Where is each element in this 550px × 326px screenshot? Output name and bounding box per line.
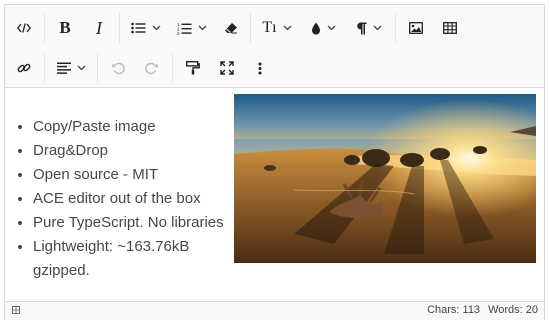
ordered-list-button[interactable]: 123 [169, 11, 215, 45]
align-button[interactable] [48, 51, 94, 85]
chevron-down-icon [283, 25, 292, 31]
image-icon [409, 22, 423, 34]
status-bar: Chars: 113 Words: 20 [5, 301, 544, 320]
list-item: Drag&Drop [33, 139, 243, 163]
toolbar-row-1: B I 123 Tı [5, 8, 467, 48]
list-item: Lightweight: ~163.76kB gzipped. [33, 235, 243, 283]
wysiwyg-editor: B I 123 Tı • Copy/Paste image • Drag&Dro… [4, 4, 545, 320]
eraser-icon [225, 23, 237, 34]
chevron-down-icon [198, 25, 207, 31]
eraser-button[interactable] [215, 11, 247, 45]
fullscreen-icon [220, 61, 234, 75]
font-size-button[interactable]: Tı [254, 11, 300, 45]
unordered-list-button[interactable] [123, 11, 169, 45]
chevron-down-icon [152, 25, 161, 31]
paragraph-icon [357, 22, 367, 34]
toolbar-separator [395, 13, 396, 43]
undo-button[interactable] [101, 51, 135, 85]
editor-toolbar: B I 123 Tı [5, 5, 544, 88]
redo-button[interactable] [135, 51, 169, 85]
table-icon [443, 22, 457, 34]
list-item: Open source - MIT [33, 163, 243, 187]
svg-text:3: 3 [177, 31, 180, 35]
insert-table-button[interactable] [433, 11, 467, 45]
list-item: Copy/Paste image [33, 115, 243, 139]
more-vertical-icon [258, 62, 262, 74]
word-count: Words: 20 [488, 304, 538, 316]
align-left-icon [56, 62, 71, 74]
list-item: Pure TypeScript. No libraries [33, 211, 243, 235]
insert-link-button[interactable] [7, 51, 41, 85]
source-code-button[interactable] [7, 11, 41, 45]
chevron-down-icon [327, 25, 335, 31]
code-icon [17, 23, 31, 33]
resize-handle[interactable] [12, 305, 20, 317]
numbered-list-icon: 123 [177, 22, 192, 35]
feature-list: Copy/Paste image Drag&Drop Open source -… [13, 115, 243, 283]
editor-content[interactable]: Copy/Paste image Drag&Drop Open source -… [5, 88, 544, 301]
text-color-button[interactable] [300, 11, 346, 45]
chevron-down-icon [77, 65, 85, 71]
bullet-list-icon [131, 22, 146, 34]
redo-icon [145, 62, 158, 74]
droplet-icon [311, 22, 320, 34]
chevron-down-icon [373, 25, 382, 31]
toolbar-separator [44, 53, 45, 83]
paragraph-button[interactable] [346, 11, 392, 45]
grid-icon [12, 306, 20, 314]
toolbar-row-2 [5, 48, 276, 88]
status-counters: Chars: 113 Words: 20 [427, 304, 538, 316]
fullsize-button[interactable] [210, 51, 244, 85]
undo-icon [112, 62, 125, 74]
insert-image-button[interactable] [399, 11, 433, 45]
copy-format-button[interactable] [176, 51, 210, 85]
more-button[interactable] [244, 51, 276, 85]
toolbar-separator [172, 53, 173, 83]
toolbar-separator [44, 13, 45, 43]
beach-sunset-image[interactable] [234, 94, 536, 263]
toolbar-separator [97, 53, 98, 83]
toolbar-separator [119, 13, 120, 43]
list-item: ACE editor out of the box [33, 187, 243, 211]
paint-format-icon [186, 61, 200, 75]
link-icon [17, 63, 31, 73]
bold-button[interactable]: B [48, 11, 82, 45]
italic-button[interactable]: I [82, 11, 116, 45]
char-count: Chars: 113 [427, 304, 481, 316]
toolbar-separator [250, 13, 251, 43]
font-size-icon: Tı [262, 19, 277, 36]
